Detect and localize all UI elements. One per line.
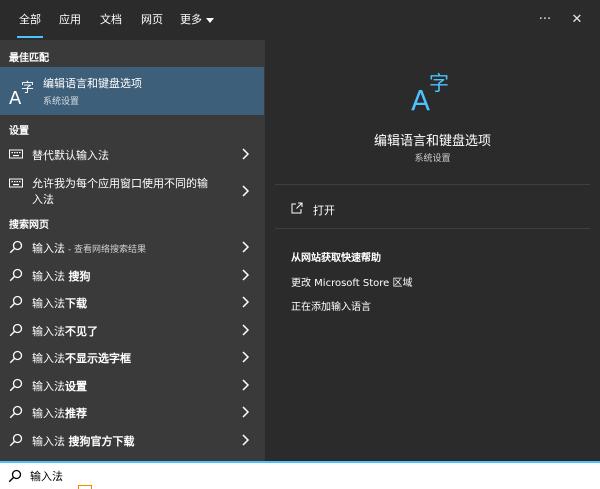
web-search-item[interactable]: 输入法 搜狗官方下载 xyxy=(0,426,264,453)
chevron-right-icon xyxy=(242,378,250,391)
help-heading: 从网站获取快速帮助 xyxy=(291,253,381,264)
web-search-label: 输入法 搜狗 xyxy=(32,268,91,284)
search-icon xyxy=(9,268,23,281)
best-match-subtitle: 系统设置 xyxy=(43,97,80,107)
results-panel: 最佳匹配 A 字 编辑语言和键盘选项 系统设置 设置 替代默认输入法 允许我为每… xyxy=(0,40,264,461)
chevron-down-icon xyxy=(206,17,214,23)
chevron-right-icon xyxy=(242,148,250,160)
query-prefix: 输入法 xyxy=(32,324,65,338)
best-match-title: 编辑语言和键盘选项 xyxy=(43,77,142,90)
web-search-item[interactable]: 输入法不显示选字框 xyxy=(0,343,264,370)
web-search-item[interactable]: 输入法 搜狗 xyxy=(0,261,264,288)
search-icon xyxy=(9,405,23,419)
settings-item-default-ime[interactable]: 替代默认输入法 xyxy=(0,141,264,167)
query-prefix: 输入法 xyxy=(32,434,69,448)
web-search-label: 输入法不见了 xyxy=(32,323,98,339)
more-options-icon[interactable]: ··· xyxy=(535,0,555,40)
web-search-item[interactable]: 输入法推荐 xyxy=(0,398,264,425)
search-icon xyxy=(9,378,23,391)
chevron-right-icon xyxy=(242,268,250,281)
detail-subtitle: 系统设置 xyxy=(414,154,451,164)
web-search-label: 输入法推荐 xyxy=(32,405,87,421)
chevron-right-icon xyxy=(242,185,250,197)
query-prefix: 输入法 xyxy=(32,297,65,310)
top-bar: 全部 应用 文档 网页 更多 ··· ✕ xyxy=(0,0,600,40)
help-link-store-region[interactable]: 更改 Microsoft Store 区域 xyxy=(291,274,412,289)
search-icon xyxy=(9,323,23,336)
tab-web[interactable]: 网页 xyxy=(141,0,163,40)
query-prefix: 输入法 xyxy=(32,269,69,283)
ime-candidate-indicator xyxy=(78,485,92,489)
tab-more-label: 更多 xyxy=(180,13,202,26)
settings-heading: 设置 xyxy=(9,126,29,137)
tab-apps[interactable]: 应用 xyxy=(59,0,81,40)
web-search-item[interactable]: 输入法下载 xyxy=(0,288,264,315)
search-input[interactable]: 输入法 xyxy=(30,468,63,484)
open-icon xyxy=(291,202,303,214)
settings-item-label-line2: 入法 xyxy=(32,193,54,206)
query-suggestion: 下载 xyxy=(65,297,87,310)
web-search-label: 输入法 搜狗官方下载 xyxy=(32,433,135,449)
query-suggestion: 不见了 xyxy=(65,324,98,338)
search-icon xyxy=(9,350,23,364)
settings-item-per-app-ime[interactable]: 允许我为每个应用窗口使用不同的输 入法 xyxy=(0,171,264,211)
chevron-right-icon xyxy=(242,296,250,308)
chevron-right-icon xyxy=(242,433,250,446)
web-search-item[interactable]: 输入法不见了 xyxy=(0,316,264,343)
svg-text:字: 字 xyxy=(429,71,449,95)
settings-item-label: 替代默认输入法 xyxy=(32,149,109,162)
close-icon[interactable]: ✕ xyxy=(567,0,587,40)
language-icon: A 字 xyxy=(9,81,34,107)
query-prefix: 输入法 xyxy=(32,242,65,255)
query-suggestion: 搜狗 xyxy=(68,269,91,283)
best-match-heading: 最佳匹配 xyxy=(9,53,49,64)
help-link-add-input-language[interactable]: 正在添加输入语言 xyxy=(291,298,371,313)
web-search-label: 输入法不显示选字框 xyxy=(32,350,131,366)
query-suggestion: 设置 xyxy=(65,379,87,393)
query-hint: - 查看网络搜索结果 xyxy=(65,245,146,255)
svg-text:字: 字 xyxy=(21,81,34,96)
search-icon xyxy=(9,295,23,309)
open-label: 打开 xyxy=(313,204,335,217)
search-bar: 输入法 xyxy=(0,461,600,489)
query-suggestion: 搜狗官方下载 xyxy=(68,434,135,448)
web-search-heading: 搜索网页 xyxy=(9,220,49,231)
query-suggestion: 推荐 xyxy=(65,407,87,420)
divider xyxy=(275,228,590,229)
query-prefix: 输入法 xyxy=(32,379,65,393)
detail-panel: A 字 编辑语言和键盘选项 系统设置 打开 从网站获取快速帮助 更改 Micro… xyxy=(265,40,600,461)
search-icon xyxy=(8,469,22,483)
chevron-right-icon xyxy=(242,406,250,418)
query-prefix: 输入法 xyxy=(32,352,65,365)
query-suggestion: 不显示选字框 xyxy=(65,352,131,365)
search-icon xyxy=(9,240,23,254)
divider xyxy=(275,184,590,185)
web-search-label: 输入法下载 xyxy=(32,295,87,311)
web-search-label: 输入法设置 xyxy=(32,378,87,394)
tab-documents[interactable]: 文档 xyxy=(100,0,122,40)
chevron-right-icon xyxy=(242,323,250,336)
query-prefix: 输入法 xyxy=(32,407,65,420)
web-search-label: 输入法 - 查看网络搜索结果 xyxy=(32,240,146,256)
web-search-item[interactable]: 输入法 - 查看网络搜索结果 xyxy=(0,233,264,260)
keyboard-icon xyxy=(9,178,23,188)
svg-text:A: A xyxy=(411,84,430,114)
detail-title: 编辑语言和键盘选项 xyxy=(373,134,491,149)
keyboard-icon xyxy=(9,149,23,159)
chevron-right-icon xyxy=(242,241,250,253)
tab-all[interactable]: 全部 xyxy=(17,0,43,40)
chevron-right-icon xyxy=(242,351,250,363)
best-match-item[interactable]: A 字 编辑语言和键盘选项 系统设置 xyxy=(0,67,264,115)
language-icon: A 字 xyxy=(411,71,449,114)
web-search-item[interactable]: 输入法设置 xyxy=(0,371,264,398)
settings-item-label-line1: 允许我为每个应用窗口使用不同的输 xyxy=(32,177,208,190)
tab-more[interactable]: 更多 xyxy=(180,0,214,40)
search-icon xyxy=(9,433,23,446)
